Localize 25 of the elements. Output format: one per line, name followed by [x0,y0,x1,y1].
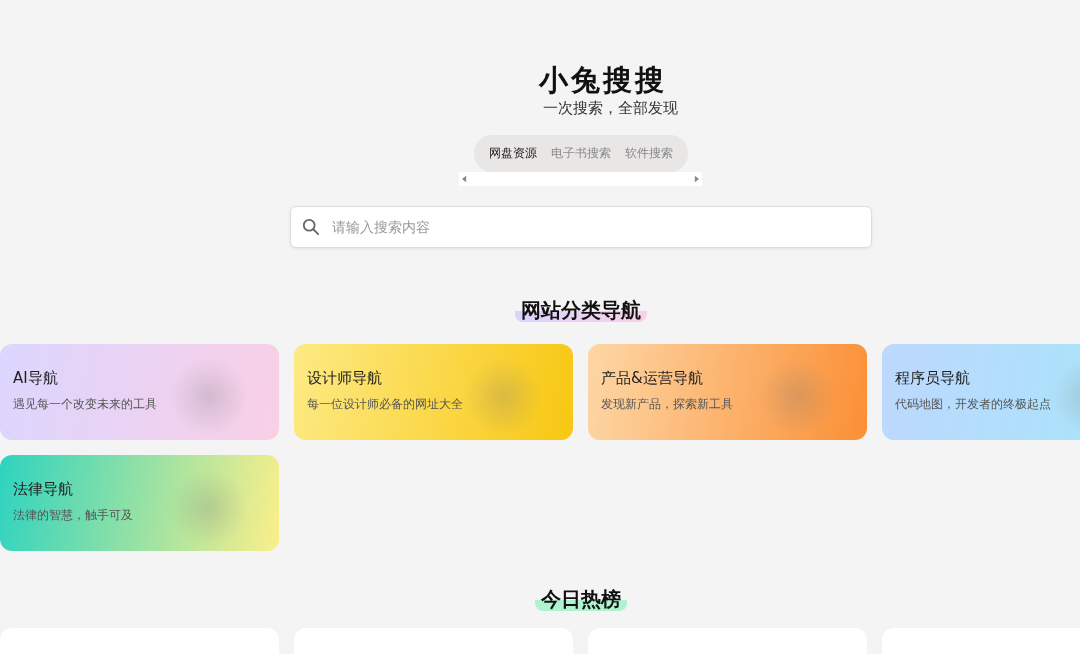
search-field[interactable]: 请输入搜索内容 [289,206,872,248]
section-title: 今日热榜 [534,587,627,611]
category-card[interactable]: AI导航 遇见每一个改变未来的工具 [0,344,279,440]
site-subtitle: 一次搜索，全部发现 [542,98,678,118]
category-card[interactable]: 产品&运营导航 发现新产品，探索新工具 [588,344,867,440]
card-title: AI导航 [13,368,59,388]
card-description: 每一位设计师必备的网址大全 [307,396,464,413]
card-description: 法律的智慧，触手可及 [13,507,134,524]
right-arrow-icon[interactable] [694,175,699,183]
card-title: 产品&运营导航 [601,368,704,388]
card-description: 发现新产品，探索新工具 [601,396,734,413]
site-title: 小兔搜搜 [539,62,667,98]
card-title: 设计师导航 [307,368,383,388]
search-tab[interactable]: 网盘资源 [481,135,544,172]
category-card[interactable]: 法律导航 法律的智慧，触手可及 [0,455,279,551]
left-arrow-icon[interactable] [462,175,467,183]
horizontal-scrollbar[interactable] [459,172,702,186]
card-description: 代码地图，开发者的终极起点 [895,396,1052,413]
category-card[interactable]: 程序员导航 代码地图，开发者的终极起点 [882,344,1080,440]
card-title: 程序员导航 [895,368,971,388]
category-card[interactable]: 设计师导航 每一位设计师必备的网址大全 [294,344,573,440]
card-title: 法律导航 [13,479,74,499]
card-description: 遇见每一个改变未来的工具 [13,396,158,413]
section-title: 网站分类导航 [514,298,647,322]
search-icon [301,218,320,236]
